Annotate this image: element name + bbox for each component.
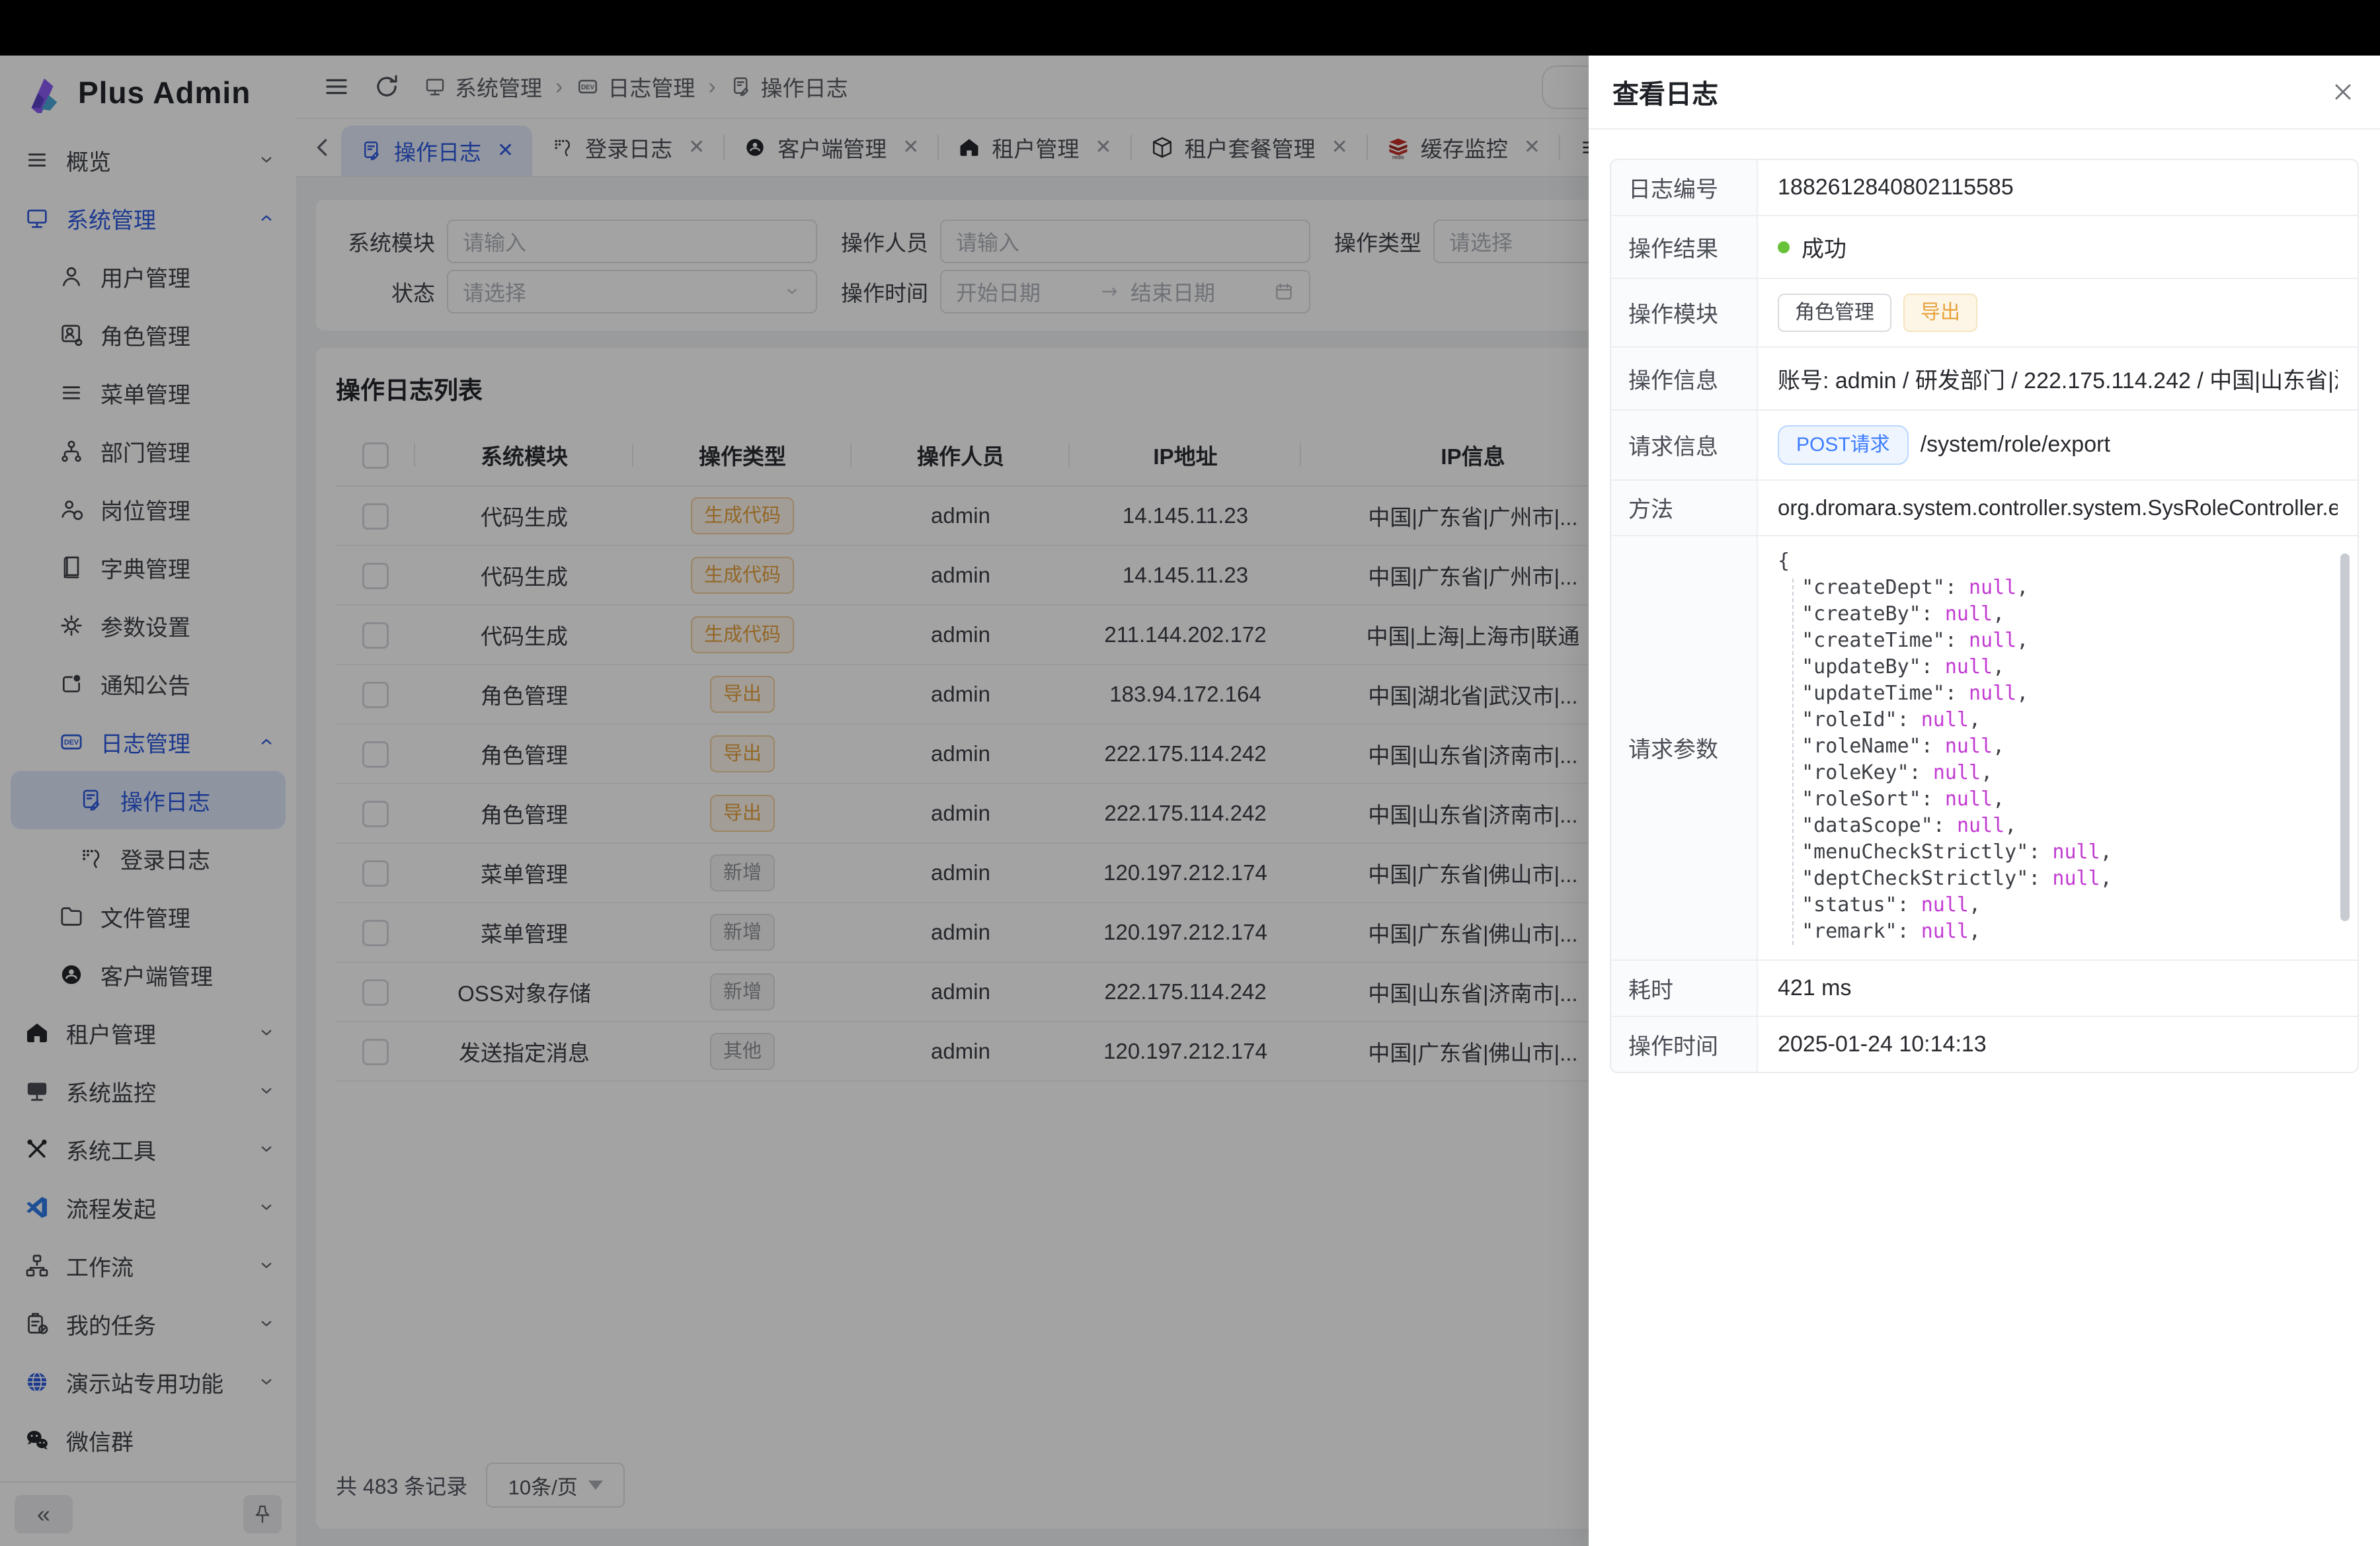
detail-row-info: 操作信息 账号: admin / 研发部门 / 222.175.114.242 …: [1611, 348, 2358, 411]
detail-row-result: 操作结果 成功: [1611, 216, 2358, 279]
result-value: 成功: [1802, 231, 1846, 263]
close-icon[interactable]: [2330, 79, 2356, 105]
request-params-code-block[interactable]: { "createDept": null, "createBy": null, …: [1758, 536, 2358, 959]
json-line: "updateTime": null,: [1778, 680, 2331, 707]
detail-row-module: 操作模块 角色管理 导出: [1611, 279, 2358, 348]
json-line: {: [1778, 548, 2331, 575]
json-line: "roleKey": null,: [1778, 760, 2331, 786]
duration-value: 421 ms: [1778, 975, 1852, 1001]
detail-row-request: 请求信息 POST请求 /system/role/export: [1611, 411, 2358, 481]
module-tag: 角色管理: [1778, 294, 1891, 332]
app-window: Plus Admin 概览 系统管理 用户管理 角色管理 菜单管理 部门管理 岗…: [0, 0, 2380, 1546]
detail-row-duration: 耗时 421 ms: [1611, 961, 2358, 1017]
action-tag: 导出: [1903, 294, 1977, 332]
log-id-value: 1882612840802115585: [1778, 175, 2014, 200]
operation-info-value: 账号: admin / 研发部门 / 222.175.114.242 / 中国|…: [1778, 362, 2338, 395]
detail-row-log-id: 日志编号 1882612840802115585: [1611, 160, 2358, 216]
json-line: "updateBy": null,: [1778, 654, 2331, 680]
json-line: "roleId": null,: [1778, 707, 2331, 733]
json-line: "dataScope": null,: [1778, 813, 2331, 839]
json-line: "createTime": null,: [1778, 628, 2331, 654]
operation-time-value: 2025-01-24 10:14:13: [1778, 1032, 1987, 1057]
json-line: "createDept": null,: [1778, 575, 2331, 601]
json-line: "status": null,: [1778, 892, 2331, 918]
json-line: "menuCheckStrictly": null,: [1778, 839, 2331, 866]
json-line: "remark": null,: [1778, 918, 2331, 945]
method-value: org.dromara.system.controller.system.Sys…: [1778, 495, 2338, 520]
window-top-bar: [0, 0, 2380, 56]
detail-row-method: 方法 org.dromara.system.controller.system.…: [1611, 481, 2358, 536]
post-request-tag: POST请求: [1778, 425, 1909, 465]
log-detail-table: 日志编号 1882612840802115585 操作结果 成功 操作模块 角色…: [1610, 159, 2359, 1073]
request-url-value: /system/role/export: [1921, 432, 2110, 458]
drawer-body: 日志编号 1882612840802115585 操作结果 成功 操作模块 角色…: [1589, 130, 2380, 1102]
detail-row-time: 操作时间 2025-01-24 10:14:13: [1611, 1017, 2358, 1072]
view-log-drawer: 查看日志 日志编号 1882612840802115585 操作结果 成功 操作…: [1589, 56, 2380, 1546]
json-line: "deptCheckStrictly": null,: [1778, 866, 2331, 892]
json-line: "roleName": null,: [1778, 733, 2331, 760]
drawer-title: 查看日志: [1612, 73, 1718, 111]
json-line: "createBy": null,: [1778, 601, 2331, 628]
drawer-header: 查看日志: [1589, 56, 2380, 130]
success-dot-icon: [1778, 241, 1790, 253]
scrollbar-thumb[interactable]: [2340, 553, 2350, 921]
detail-row-params: 请求参数 { "createDept": null, "createBy": [1611, 536, 2358, 961]
json-line: "roleSort": null,: [1778, 786, 2331, 813]
